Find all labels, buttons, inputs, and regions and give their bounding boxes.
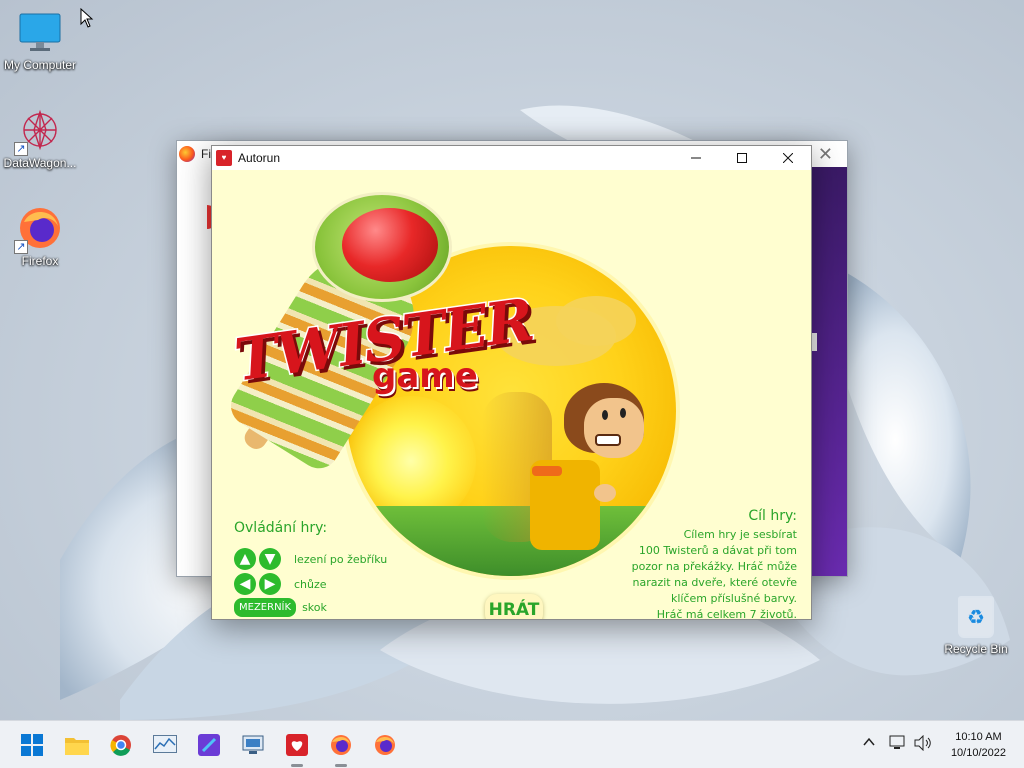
desktop-icon-label: My Computer [3, 58, 77, 72]
goal-line: Cílem hry je sesbírat [683, 528, 797, 541]
desktop-icon-label: Firefox [21, 254, 59, 268]
runner-arm [532, 466, 562, 476]
chart-monitor-icon [153, 735, 177, 753]
volume-icon[interactable] [914, 734, 932, 755]
taskbar-resource-monitor[interactable] [149, 729, 181, 761]
monitor-icon [16, 8, 64, 56]
control-label: lezení po žebříku [294, 552, 388, 566]
app-purple-icon [198, 734, 220, 756]
taskbar-firefox-2[interactable] [369, 729, 401, 761]
firefox-icon: ↗ [14, 204, 64, 254]
control-row-jump: MEZERNÍK skok [234, 598, 327, 617]
clock-date: 10/10/2022 [950, 747, 1006, 759]
desktop-icon-firefox[interactable]: ↗ Firefox [0, 204, 80, 268]
close-icon [783, 153, 793, 163]
minimize-icon [691, 157, 701, 159]
chrome-icon [110, 735, 131, 756]
firefox-purple-panel [809, 167, 847, 576]
taskbar-file-explorer[interactable] [61, 729, 93, 761]
remote-desktop-icon [242, 735, 264, 754]
game-logo: game [372, 356, 478, 396]
control-label: chůze [294, 577, 327, 591]
taskbar-remote-app[interactable] [237, 729, 269, 761]
runner-mouth [595, 434, 621, 446]
autorun-content: TWISTER game Ovládání hry: ▲ ▼ lezení po… [212, 170, 811, 620]
shortcut-arrow-icon: ↗ [14, 240, 28, 254]
runner-face [584, 398, 644, 458]
recycle-bin-icon: ♻ [958, 596, 994, 638]
controls-title: Ovládání hry: [234, 520, 328, 536]
play-button[interactable]: HRÁT [485, 594, 543, 619]
mouse-cursor-icon [80, 8, 94, 28]
firefox-icon [331, 735, 351, 755]
desktop-icon-datawagon[interactable]: ↗ DataWagon... [0, 106, 80, 170]
arrow-left-icon: ◀ [234, 573, 256, 595]
taskbar-active-indicator [335, 764, 347, 767]
goal-line: narazit na dveře, které otevře [632, 576, 798, 589]
firefox-icon [375, 735, 395, 755]
runner-eye [602, 410, 608, 420]
taskbar-app-purple[interactable] [193, 729, 225, 761]
autorun-window[interactable]: ♥ Autorun TWISTER game Ovládání hry: ▲ ▼… [211, 145, 812, 620]
firefox-window-title: Fi [201, 147, 211, 161]
taskbar-twister-autorun[interactable] [281, 729, 313, 767]
taskbar-chrome[interactable] [105, 729, 137, 761]
maximize-button[interactable] [719, 146, 765, 170]
datawagon-icon: ↗ [14, 106, 64, 156]
arrow-right-icon: ▶ [259, 573, 281, 595]
maximize-icon [737, 153, 747, 163]
autorun-window-title: Autorun [238, 151, 281, 165]
goal-title: Cíl hry: [748, 508, 797, 524]
taskbar: 10:10 AM 10/10/2022 [0, 720, 1024, 768]
clock-time: 10:10 AM [955, 731, 1002, 743]
goal-description: Cílem hry je sesbírat 100 Twisterů a dáv… [597, 527, 798, 620]
network-icon[interactable] [889, 735, 907, 755]
taskbar-clock[interactable]: 10:10 AM 10/10/2022 [951, 729, 1006, 761]
control-label: skok [302, 601, 327, 614]
autorun-titlebar[interactable]: ♥ Autorun [212, 146, 811, 170]
desktop-icon-recycle-bin[interactable]: ♻ Recycle Bin [940, 596, 1012, 656]
windows-logo-icon [21, 734, 43, 756]
shortcut-arrow-icon: ↗ [14, 142, 28, 156]
runner-hand [594, 484, 616, 502]
close-button[interactable] [765, 146, 811, 170]
desktop-icon-label: DataWagon... [3, 156, 77, 170]
desktop-icon-my-computer[interactable]: My Computer [0, 8, 80, 72]
twister-app-icon [286, 734, 308, 756]
control-row-walk: ◀ ▶ chůze [234, 573, 327, 595]
taskbar-firefox[interactable] [325, 729, 357, 767]
arrow-up-icon: ▲ [234, 548, 256, 570]
folder-icon [65, 738, 89, 755]
chevron-up-icon[interactable] [862, 735, 876, 753]
spacebar-key: MEZERNÍK [234, 598, 297, 617]
twister-app-icon: ♥ [216, 150, 232, 166]
ice-cream-cherry [342, 208, 438, 282]
taskbar-active-indicator [291, 764, 303, 767]
close-icon[interactable]: ✕ [818, 144, 833, 165]
firefox-icon [179, 146, 195, 162]
goal-line: pozor na překážky. Hráč může [631, 560, 797, 573]
control-row-ladder: ▲ ▼ lezení po žebříku [234, 548, 387, 570]
goal-line: Hráč má celkem 7 životů. [656, 608, 797, 620]
start-button[interactable] [16, 729, 48, 761]
goal-line: 100 Twisterů a dávat při tom [638, 544, 797, 557]
runner-eye [620, 408, 626, 418]
desktop-icon-label: Recycle Bin [944, 642, 1008, 656]
minimize-button[interactable] [673, 146, 719, 170]
goal-line: klíčem příslušné barvy. [671, 592, 797, 605]
arrow-down-icon: ▼ [259, 548, 281, 570]
